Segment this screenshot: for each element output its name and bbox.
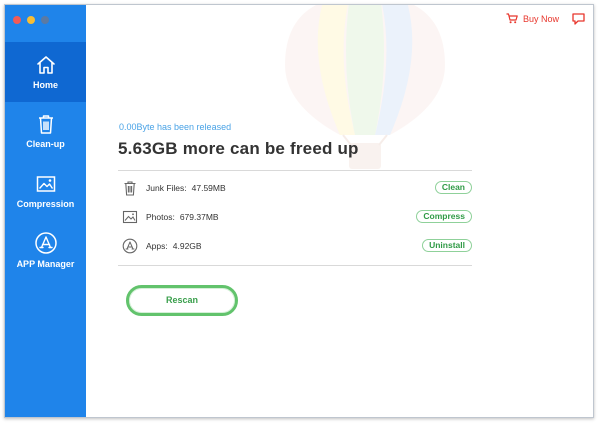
uninstall-button[interactable]: Uninstall [422,239,472,252]
app-icon [122,238,138,254]
apps-value: 4.92GB [172,241,202,251]
cart-icon [506,13,518,24]
compress-button[interactable]: Compress [416,210,472,223]
sidebar-item-compression[interactable]: Compression [5,162,86,222]
message-icon[interactable] [572,13,585,25]
buy-now-label[interactable]: Buy Now [523,14,559,24]
trash-icon [124,181,136,196]
sidebar-item-label: Home [32,80,58,90]
sidebar-item-clean-up[interactable]: Clean-up [5,102,86,162]
sidebar-item-label: Compression [16,199,75,209]
buy-now-link[interactable]: Buy Now [506,13,559,24]
zoom-window-button[interactable] [41,16,49,24]
sidebar-item-app-manager[interactable]: APP Manager [5,222,86,282]
divider-bottom [118,265,472,266]
sidebar-item-label: APP Manager [16,259,75,269]
close-window-button[interactable] [13,16,21,24]
sidebar-item-home[interactable]: Home [5,42,86,102]
sidebar-item-label: Clean-up [26,139,65,149]
trash-icon [38,115,53,134]
list-item-junk-files: Junk Files: 47.59MB Clean [122,178,472,198]
apps-label: Apps: [146,241,168,251]
junk-files-label: Junk Files: [146,183,187,193]
photo-icon [122,210,138,224]
app-store-icon [34,232,57,254]
sidebar: Home Clean-up Compression APP Manager [5,5,86,417]
list-item-photos: Photos: 679.37MB Compress [122,207,472,227]
junk-files-value: 47.59MB [191,183,226,193]
app-window: Home Clean-up Compression APP Manager Bu… [4,4,594,418]
window-controls [13,16,49,24]
released-status-text: 0.00Byte has been released [119,122,232,132]
home-icon [36,56,55,74]
list-item-apps: Apps: 4.92GB Uninstall [122,236,472,256]
divider-top [118,170,472,171]
photos-label: Photos: [146,212,175,222]
clean-button[interactable]: Clean [434,181,472,194]
image-icon [36,176,55,192]
page-title: 5.63GB more can be freed up [118,139,359,158]
minimize-window-button[interactable] [27,16,35,24]
photos-value: 679.37MB [179,212,219,222]
rescan-button[interactable]: Rescan [126,285,238,316]
